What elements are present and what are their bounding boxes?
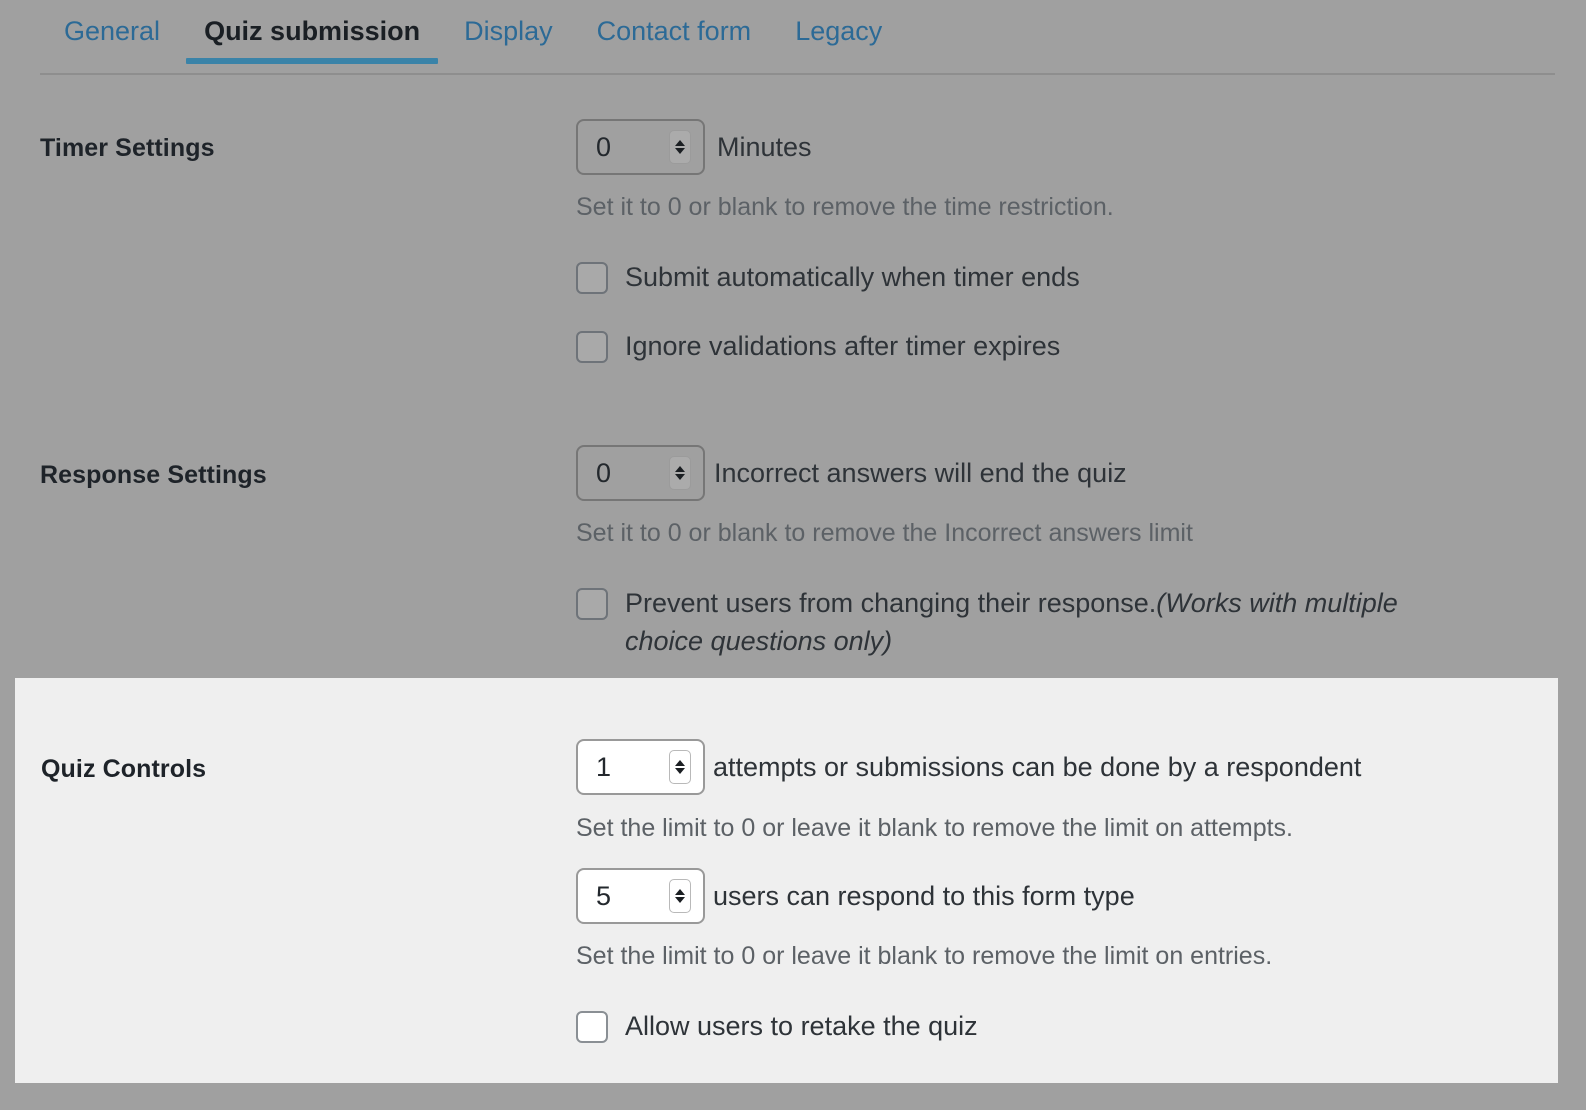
allow-retake-label: Allow users to retake the quiz [625, 1011, 978, 1041]
incorrect-answers-value: 0 [596, 457, 612, 488]
prevent-change-row[interactable]: Prevent users from changing their respon… [576, 584, 1476, 661]
attempts-limit-input[interactable]: 1 [576, 739, 705, 795]
allow-retake-checkbox[interactable] [576, 1011, 608, 1043]
entries-help-text: Set the limit to 0 or leave it blank to … [576, 942, 1273, 970]
chevron-down-icon [675, 474, 685, 480]
entries-limit-suffix-label: users can respond to this form type [713, 881, 1135, 911]
entries-limit-input[interactable]: 5 [576, 868, 705, 924]
ignore-validations-row[interactable]: Ignore validations after timer expires [576, 327, 1060, 365]
chevron-down-icon [675, 768, 685, 774]
incorrect-answers-input[interactable]: 0 [576, 445, 705, 501]
chevron-up-icon [675, 889, 685, 895]
entries-limit-value: 5 [596, 880, 612, 911]
timer-settings-label: Timer Settings [40, 134, 215, 162]
tab-display[interactable]: Display [442, 0, 575, 64]
chevron-down-icon [675, 148, 685, 154]
tab-list: General Quiz submission Display Contact … [0, 0, 1586, 65]
attempts-limit-suffix-label: attempts or submissions can be done by a… [713, 752, 1362, 782]
prevent-change-label: Prevent users from changing their respon… [625, 584, 1476, 661]
settings-tab-bar: General Quiz submission Display Contact … [0, 0, 1586, 75]
timer-minutes-value: 0 [596, 131, 612, 162]
chevron-up-icon [675, 466, 685, 472]
tab-bar-divider [40, 73, 1555, 75]
response-help-text: Set it to 0 or blank to remove the Incor… [576, 519, 1193, 547]
attempts-limit-value: 1 [596, 751, 612, 782]
entries-limit-stepper[interactable] [669, 879, 691, 913]
prevent-change-label-main: Prevent users from changing their respon… [625, 588, 1157, 618]
quiz-controls-label: Quiz Controls [41, 755, 207, 783]
timer-minutes-stepper[interactable] [669, 130, 691, 164]
tab-general[interactable]: General [40, 0, 182, 64]
chevron-down-icon [675, 897, 685, 903]
tab-legacy[interactable]: Legacy [773, 0, 904, 64]
submit-automatically-checkbox[interactable] [576, 262, 608, 294]
attempts-help-text: Set the limit to 0 or leave it blank to … [576, 814, 1293, 842]
tab-contact-form[interactable]: Contact form [575, 0, 774, 64]
allow-retake-row[interactable]: Allow users to retake the quiz [576, 1007, 978, 1045]
timer-minutes-unit-label: Minutes [717, 132, 812, 162]
submit-automatically-label: Submit automatically when timer ends [625, 262, 1080, 292]
timer-minutes-input[interactable]: 0 [576, 119, 705, 175]
chevron-up-icon [675, 760, 685, 766]
submit-automatically-row[interactable]: Submit automatically when timer ends [576, 258, 1080, 296]
ignore-validations-label: Ignore validations after timer expires [625, 331, 1061, 361]
timer-help-text: Set it to 0 or blank to remove the time … [576, 193, 1114, 221]
attempts-limit-stepper[interactable] [669, 750, 691, 784]
chevron-up-icon [675, 140, 685, 146]
incorrect-answers-suffix-label: Incorrect answers will end the quiz [714, 458, 1127, 488]
prevent-change-checkbox[interactable] [576, 588, 608, 620]
tab-quiz-submission[interactable]: Quiz submission [182, 0, 442, 65]
incorrect-answers-stepper[interactable] [669, 456, 691, 490]
ignore-validations-checkbox[interactable] [576, 331, 608, 363]
response-settings-label: Response Settings [40, 461, 267, 489]
